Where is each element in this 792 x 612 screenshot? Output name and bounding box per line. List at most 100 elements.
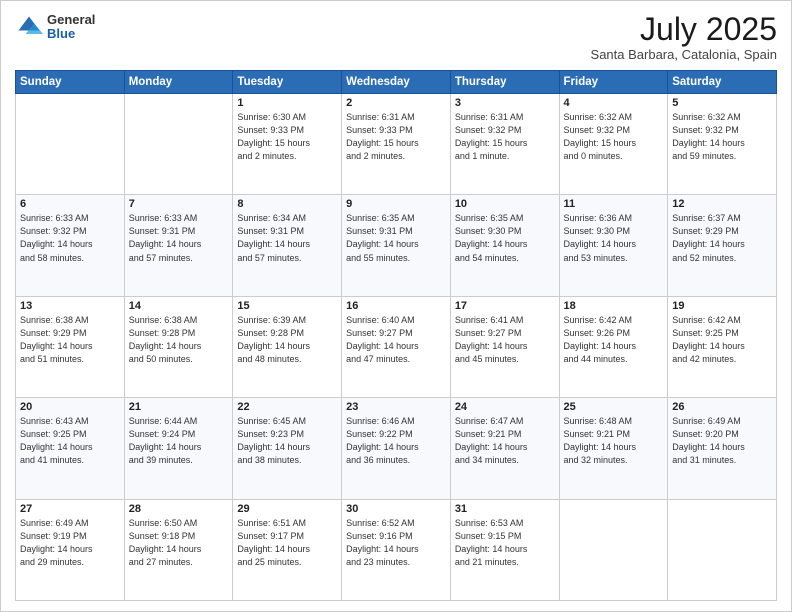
calendar-table: Sunday Monday Tuesday Wednesday Thursday… [15, 70, 777, 601]
calendar-cell: 17Sunrise: 6:41 AM Sunset: 9:27 PM Dayli… [450, 296, 559, 397]
calendar-cell: 4 Sunrise: 6:32 AM Sunset: 9:32 PM Daylig… [559, 94, 668, 195]
calendar-cell: 8 Sunrise: 6:34 AM Sunset: 9:31 PM Daylig… [233, 195, 342, 296]
day-number: 22 [237, 401, 337, 413]
day-number: 1 [237, 97, 337, 109]
day-number: 12 [672, 198, 772, 210]
calendar-cell: 13 Sunrise: 6:38 AM Sunset: 9:29 PM Dayli… [16, 296, 125, 397]
calendar-cell: 16 Sunrise: 6:40 AM Sunset: 9:27 PM Dayli… [342, 296, 451, 397]
day-info: Sunrise: 6:50 AM Sunset: 9:18 PM Dayligh… [129, 517, 229, 569]
day-number: 31 [455, 503, 555, 515]
day-info: Sunrise: 6:49 AM Sunset: 9:19 PM Dayligh… [20, 517, 120, 569]
day-info: Sunrise: 6:52 AM Sunset: 9:16 PM Dayligh… [346, 517, 446, 569]
calendar-cell [16, 94, 125, 195]
day-number: 2 [346, 97, 446, 109]
day-info: Sunrise: 6:37 AM Sunset: 9:29 PM Dayligh… [672, 212, 772, 264]
day-info: Sunrise: 6:41 AM Sunset: 9:27 PM Dayligh… [455, 314, 555, 366]
day-number: 26 [672, 401, 772, 413]
day-info: Sunrise: 6:31 AM Sunset: 9:33 PM Dayligh… [346, 111, 446, 163]
day-number: 8 [237, 198, 337, 210]
calendar-cell: 30 Sunrise: 6:52 AM Sunset: 9:16 PM Dayli… [342, 499, 451, 600]
day-info: Sunrise: 6:31 AM Sunset: 9:32 PM Dayligh… [455, 111, 555, 163]
calendar-cell: 7Sunrise: 6:33 AM Sunset: 9:31 PM Daylig… [124, 195, 233, 296]
calendar-page: General Blue July 2025 Santa Barbara, Ca… [0, 0, 792, 612]
col-thursday: Thursday [450, 71, 559, 94]
day-info: Sunrise: 6:36 AM Sunset: 9:30 PM Dayligh… [564, 212, 664, 264]
col-saturday: Saturday [668, 71, 777, 94]
calendar-week-row: 20 Sunrise: 6:43 AM Sunset: 9:25 PM Dayli… [16, 398, 777, 499]
calendar-cell [559, 499, 668, 600]
calendar-cell: 15 Sunrise: 6:39 AM Sunset: 9:28 PM Dayli… [233, 296, 342, 397]
title-block: July 2025 Santa Barbara, Catalonia, Spai… [591, 13, 777, 62]
month-title: July 2025 [591, 13, 777, 45]
day-number: 15 [237, 300, 337, 312]
day-info: Sunrise: 6:42 AM Sunset: 9:25 PM Dayligh… [672, 314, 772, 366]
calendar-cell: 1 Sunrise: 6:30 AM Sunset: 9:33 PM Daylig… [233, 94, 342, 195]
day-number: 18 [564, 300, 664, 312]
day-info: Sunrise: 6:43 AM Sunset: 9:25 PM Dayligh… [20, 415, 120, 467]
calendar-cell: 25Sunrise: 6:48 AM Sunset: 9:21 PM Dayli… [559, 398, 668, 499]
calendar-cell [668, 499, 777, 600]
col-friday: Friday [559, 71, 668, 94]
calendar-cell: 23 Sunrise: 6:46 AM Sunset: 9:22 PM Dayli… [342, 398, 451, 499]
day-info: Sunrise: 6:39 AM Sunset: 9:28 PM Dayligh… [237, 314, 337, 366]
day-number: 5 [672, 97, 772, 109]
day-number: 14 [129, 300, 229, 312]
day-info: Sunrise: 6:34 AM Sunset: 9:31 PM Dayligh… [237, 212, 337, 264]
col-tuesday: Tuesday [233, 71, 342, 94]
day-number: 13 [20, 300, 120, 312]
day-info: Sunrise: 6:48 AM Sunset: 9:21 PM Dayligh… [564, 415, 664, 467]
logo-icon [15, 13, 43, 41]
col-wednesday: Wednesday [342, 71, 451, 94]
day-info: Sunrise: 6:30 AM Sunset: 9:33 PM Dayligh… [237, 111, 337, 163]
calendar-cell: 2 Sunrise: 6:31 AM Sunset: 9:33 PM Daylig… [342, 94, 451, 195]
day-info: Sunrise: 6:45 AM Sunset: 9:23 PM Dayligh… [237, 415, 337, 467]
col-monday: Monday [124, 71, 233, 94]
day-number: 11 [564, 198, 664, 210]
logo-text: General Blue [47, 13, 95, 42]
calendar-cell: 9Sunrise: 6:35 AM Sunset: 9:31 PM Daylig… [342, 195, 451, 296]
day-info: Sunrise: 6:47 AM Sunset: 9:21 PM Dayligh… [455, 415, 555, 467]
calendar-cell: 14 Sunrise: 6:38 AM Sunset: 9:28 PM Dayli… [124, 296, 233, 397]
day-info: Sunrise: 6:32 AM Sunset: 9:32 PM Dayligh… [672, 111, 772, 163]
logo-general-text: General [47, 13, 95, 27]
day-info: Sunrise: 6:38 AM Sunset: 9:29 PM Dayligh… [20, 314, 120, 366]
header: General Blue July 2025 Santa Barbara, Ca… [15, 13, 777, 62]
day-info: Sunrise: 6:46 AM Sunset: 9:22 PM Dayligh… [346, 415, 446, 467]
calendar-cell: 3 Sunrise: 6:31 AM Sunset: 9:32 PM Daylig… [450, 94, 559, 195]
day-number: 30 [346, 503, 446, 515]
calendar-cell: 18Sunrise: 6:42 AM Sunset: 9:26 PM Dayli… [559, 296, 668, 397]
calendar-week-row: 1 Sunrise: 6:30 AM Sunset: 9:33 PM Daylig… [16, 94, 777, 195]
calendar-cell: 11 Sunrise: 6:36 AM Sunset: 9:30 PM Dayli… [559, 195, 668, 296]
calendar-cell: 6Sunrise: 6:33 AM Sunset: 9:32 PM Daylig… [16, 195, 125, 296]
calendar-cell: 20 Sunrise: 6:43 AM Sunset: 9:25 PM Dayli… [16, 398, 125, 499]
day-info: Sunrise: 6:38 AM Sunset: 9:28 PM Dayligh… [129, 314, 229, 366]
day-number: 29 [237, 503, 337, 515]
day-number: 27 [20, 503, 120, 515]
day-number: 7 [129, 198, 229, 210]
day-info: Sunrise: 6:35 AM Sunset: 9:30 PM Dayligh… [455, 212, 555, 264]
day-number: 20 [20, 401, 120, 413]
calendar-cell: 19 Sunrise: 6:42 AM Sunset: 9:25 PM Dayli… [668, 296, 777, 397]
calendar-cell: 22 Sunrise: 6:45 AM Sunset: 9:23 PM Dayli… [233, 398, 342, 499]
calendar-cell: 28 Sunrise: 6:50 AM Sunset: 9:18 PM Dayli… [124, 499, 233, 600]
calendar-cell [124, 94, 233, 195]
day-number: 23 [346, 401, 446, 413]
day-info: Sunrise: 6:53 AM Sunset: 9:15 PM Dayligh… [455, 517, 555, 569]
calendar-cell: 12 Sunrise: 6:37 AM Sunset: 9:29 PM Dayli… [668, 195, 777, 296]
day-number: 3 [455, 97, 555, 109]
calendar-week-row: 13 Sunrise: 6:38 AM Sunset: 9:29 PM Dayli… [16, 296, 777, 397]
col-sunday: Sunday [16, 71, 125, 94]
day-number: 24 [455, 401, 555, 413]
day-info: Sunrise: 6:32 AM Sunset: 9:32 PM Dayligh… [564, 111, 664, 163]
calendar-cell: 21Sunrise: 6:44 AM Sunset: 9:24 PM Dayli… [124, 398, 233, 499]
day-number: 19 [672, 300, 772, 312]
day-number: 16 [346, 300, 446, 312]
day-info: Sunrise: 6:33 AM Sunset: 9:32 PM Dayligh… [20, 212, 120, 264]
calendar-header-row: Sunday Monday Tuesday Wednesday Thursday… [16, 71, 777, 94]
day-info: Sunrise: 6:40 AM Sunset: 9:27 PM Dayligh… [346, 314, 446, 366]
day-number: 9 [346, 198, 446, 210]
calendar-cell: 24 Sunrise: 6:47 AM Sunset: 9:21 PM Dayli… [450, 398, 559, 499]
day-number: 4 [564, 97, 664, 109]
day-info: Sunrise: 6:49 AM Sunset: 9:20 PM Dayligh… [672, 415, 772, 467]
day-number: 28 [129, 503, 229, 515]
